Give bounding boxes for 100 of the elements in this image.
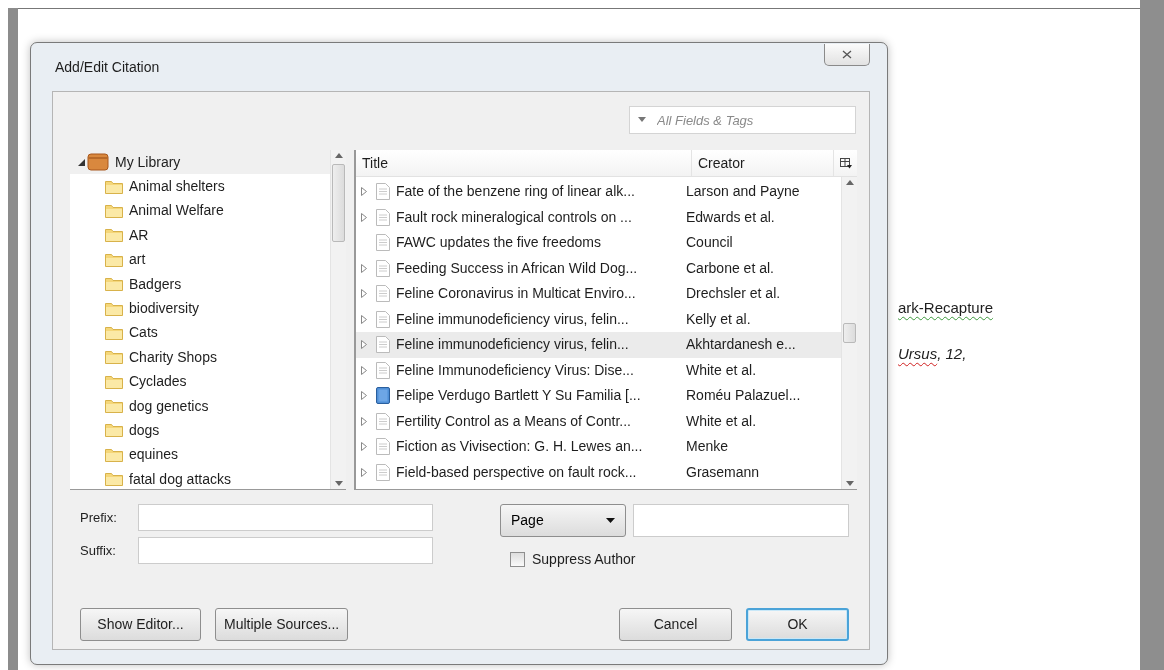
prefix-field[interactable] [138, 504, 433, 531]
folder-icon [105, 252, 123, 267]
table-cell-text: Akhtardanesh e... [685, 335, 797, 355]
table-cell-text: Fertility Control as a Means of Contr... [395, 411, 632, 431]
tree-item[interactable]: biodiversity [70, 296, 330, 321]
document-icon [376, 285, 390, 303]
checkbox[interactable] [510, 552, 525, 567]
folder-icon [105, 277, 123, 292]
list-row[interactable]: FAWC updates the five freedoms Council [356, 230, 841, 256]
table-cell-text: White et al. [685, 411, 758, 431]
scroll-thumb[interactable] [332, 164, 345, 242]
tree-item[interactable]: art [70, 247, 330, 272]
close-button[interactable] [824, 44, 870, 66]
table-cell-text: Fault rock mineralogical controls on ... [395, 207, 633, 227]
list-row[interactable]: Fertility Control as a Means of Contr... White et al. [356, 408, 841, 434]
expand-arrow-icon[interactable] [78, 158, 85, 166]
column-header[interactable]: Creator [692, 150, 834, 176]
folder-icon [105, 350, 123, 365]
table-cell-text: Feline Immunodeficiency Virus: Dise... [395, 360, 635, 380]
column-header[interactable]: Title [356, 150, 692, 176]
locator-dropdown[interactable]: Page [500, 504, 626, 537]
folder-icon [105, 374, 123, 389]
document-icon [376, 412, 390, 430]
dialog-button[interactable]: OK [746, 608, 849, 641]
list-row[interactable]: Feline immunodeficiency virus, felin... Akhtardanesh e... [356, 332, 841, 358]
folder-icon [105, 228, 123, 243]
document-icon [376, 208, 390, 226]
list-row[interactable]: Fault rock mineralogical controls on ... Edwards et al. [356, 204, 841, 230]
folder-icon [105, 301, 123, 316]
table-cell-text: Roméu Palazuel... [685, 386, 802, 406]
scrollbar[interactable] [841, 177, 857, 489]
book-icon [376, 387, 390, 405]
document-text: ark-Recapture [898, 298, 995, 318]
table-cell-text: Kelly et al. [685, 309, 752, 329]
window-title: Add/Edit Citation [54, 57, 160, 77]
field-label: Suffix: [80, 541, 117, 560]
list-row[interactable]: Feline Immunodeficiency Virus: Dise... White et al. [356, 357, 841, 383]
list-row[interactable]: Feline immunodeficiency virus, felin... Kelly et al. [356, 306, 841, 332]
tree-item[interactable]: dogs [70, 418, 330, 443]
dialog-button[interactable]: Show Editor... [80, 608, 201, 641]
tree-item[interactable]: dog genetics [70, 393, 330, 419]
folder-icon [105, 472, 123, 487]
document-icon [376, 234, 390, 252]
suffix-field[interactable] [138, 537, 433, 564]
document-icon [376, 183, 390, 201]
folder-icon [105, 325, 123, 340]
tree-item[interactable]: Cats [70, 320, 330, 346]
tree-item[interactable]: Charity Shops [70, 345, 330, 370]
tree-item[interactable]: fatal dog attacks [70, 467, 330, 489]
table-cell-text: Feline immunodeficiency virus, felin... [395, 335, 630, 355]
list-row[interactable]: Feline Coronavirus in Multicat Enviro... Drechsler et al. [356, 281, 841, 307]
table-cell-text: Felipe Verdugo Bartlett Y Su Familia [... [395, 386, 642, 406]
table-cell-text: Council [685, 233, 734, 253]
tree-item[interactable]: Animal Welfare [70, 198, 330, 224]
table-cell-text: White et al. [685, 360, 758, 380]
field-label: Prefix: [80, 508, 118, 527]
close-icon [842, 50, 852, 59]
dropdown-icon[interactable] [638, 117, 646, 122]
table-cell-text: Fiction as Vivisection: G. H. Lewes an... [395, 437, 644, 457]
list-row[interactable]: Field-based perspective on fault rock... Grasemann [356, 459, 841, 485]
dialog-button[interactable]: Cancel [619, 608, 732, 641]
table-cell-text: Edwards et al. [685, 207, 776, 227]
list-row[interactable]: Felipe Verdugo Bartlett Y Su Familia [... Roméu Palazuel... [356, 383, 841, 409]
table-cell-text: Feline Coronavirus in Multicat Enviro... [395, 284, 637, 304]
locator-field[interactable] [633, 504, 849, 537]
tree-item[interactable]: Badgers [70, 271, 330, 297]
scroll-down-icon[interactable] [845, 481, 854, 486]
table-cell-text: Larson and Payne [685, 182, 801, 202]
folder-icon [105, 423, 123, 438]
table-cell-text: Drechsler et al. [685, 284, 782, 304]
document-icon [376, 336, 390, 354]
scroll-up-icon[interactable] [334, 153, 343, 158]
tree-item[interactable]: Animal shelters [70, 174, 330, 199]
list-row[interactable]: Fiction as Vivisection: G. H. Lewes an... Menke [356, 434, 841, 460]
search-field[interactable]: All Fields & Tags [629, 106, 856, 134]
folder-icon [105, 447, 123, 462]
list-row[interactable]: Feeding Success in African Wild Dog... Carbone et al. [356, 255, 841, 281]
document-icon [376, 438, 390, 456]
document-icon [376, 361, 390, 379]
table-cell-text: Menke [685, 437, 730, 457]
library-icon [87, 153, 109, 172]
checkbox-label: Suppress Author [532, 550, 636, 569]
document-icon [376, 310, 390, 328]
list-row[interactable]: Fate of the benzene ring of linear alk... Larson and Payne [356, 179, 841, 205]
document-icon [376, 259, 390, 277]
scroll-down-icon[interactable] [334, 481, 343, 486]
scroll-thumb[interactable] [843, 323, 856, 343]
table-cell-text: Field-based perspective on fault rock... [395, 462, 638, 482]
column-picker-icon[interactable] [840, 157, 852, 169]
dialog-button[interactable]: Multiple Sources... [215, 608, 349, 641]
tree-item[interactable]: Cyclades [70, 369, 330, 394]
table-cell-text: Feline immunodeficiency virus, felin... [395, 309, 630, 329]
table-cell-text: Fate of the benzene ring of linear alk... [395, 182, 636, 202]
caret-icon [606, 518, 615, 523]
tree-item[interactable]: AR [70, 223, 330, 248]
scroll-up-icon[interactable] [845, 180, 854, 185]
table-cell-text: Feeding Success in African Wild Dog... [395, 258, 639, 278]
folder-icon [105, 399, 123, 414]
document-text: Ursus, 12, [898, 344, 968, 364]
tree-item[interactable]: equines [70, 442, 330, 468]
